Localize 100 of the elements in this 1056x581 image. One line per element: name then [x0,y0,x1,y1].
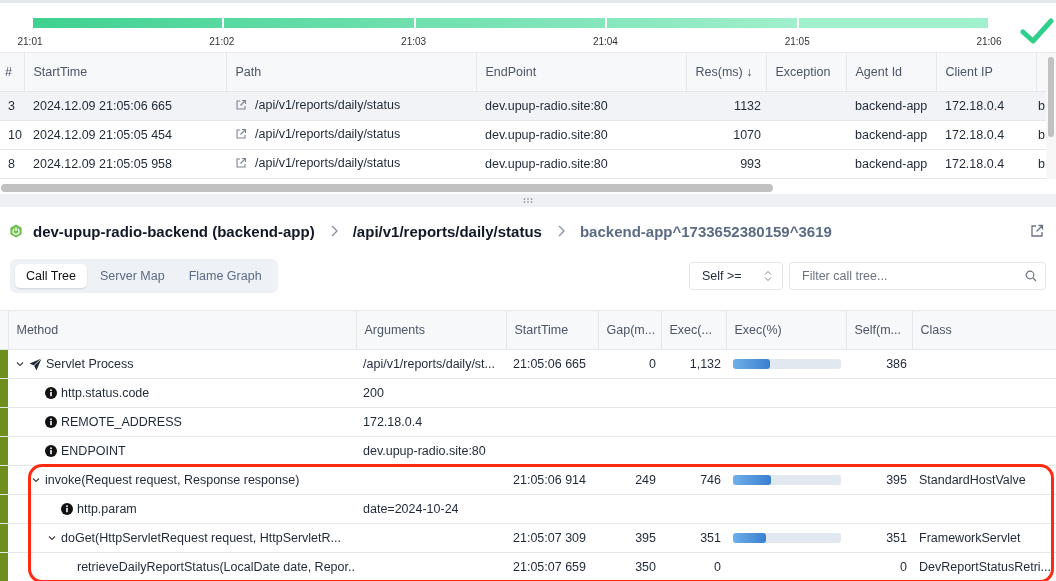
table-cell: 249 [598,465,661,495]
time-tick: 21:02 [208,36,236,47]
table-cell: /api/v1/reports/daily/status [255,98,401,112]
table-cell: 21:05:07 659 [506,552,598,581]
column-header: StartTime [506,310,598,350]
table-cell: 351 [661,523,726,553]
table-cell: 0 [846,552,912,581]
table-cell: 172.18.0.4 [936,149,1036,179]
column-header: Gap(m... [598,310,661,350]
column-header: Exception [766,53,846,92]
time-tick: 21:06 [975,36,1003,47]
column-header: # [0,53,24,92]
table-cell: dev.upup-radio.site:80 [476,120,686,150]
grip-icon [523,198,533,203]
table-cell: 21:05:06 665 [506,349,598,379]
table-cell: /api/v1/reports/daily/status [255,156,401,170]
table-cell: 993 [686,149,766,179]
chevron-down-icon[interactable] [47,533,57,543]
breadcrumb-link[interactable]: dev-upup-radio-backend (backend-app) [33,222,315,240]
method-name: doGet(HttpServletRequest request, HttpServletR... [61,531,341,545]
updown-caret-icon [764,270,772,282]
table-cell: 172.18.0.4 [936,91,1036,121]
table-cell: 2024.12.09 21:05:06 665 [24,91,226,121]
check-icon [1020,17,1054,45]
breadcrumb-link[interactable]: backend-app^1733652380159^3619 [579,222,832,240]
column-header: Class [912,310,1056,350]
table-cell: 1070 [686,120,766,150]
table-cell: backend-app [846,149,936,179]
table-cell: /api/v1/reports/daily/status [255,127,401,141]
filter-mode-dropdown[interactable]: Self >= [689,262,783,290]
column-header: Exec(%) [726,310,846,350]
table-cell: 0 [661,552,726,581]
table-cell: 21:05:07 309 [506,523,598,553]
method-name: retrieveDailyReportStatus(LocalDate date, Repor... [77,560,356,574]
column-header: Client IP [936,53,1036,92]
search-icon [1025,270,1037,282]
table-cell: 1,132 [661,349,726,379]
column-header: EndPoint [476,53,686,92]
paper-plane-icon [29,357,42,371]
column-header: Self(m... [846,310,912,350]
info-icon [45,445,57,457]
tag-name: ENDPOINT [61,444,126,458]
tag-name: http.status.code [61,386,150,400]
time-tick: 21:05 [783,36,811,47]
table-cell: 172.18.0.4 [356,407,506,437]
table-cell: DevReportStatusRetri... [912,552,1056,581]
table-cell: 395 [598,523,661,553]
table-cell: 746 [661,465,726,495]
column-header: Exec(... [661,310,726,350]
method-name: invoke(Request request, Response response) [45,473,300,487]
table-cell: 395 [846,465,912,495]
time-tick: 21:01 [16,36,44,47]
time-tick: 21:03 [400,36,428,47]
filter-field[interactable]: Filter call tree... [789,262,1046,290]
chevron-down-icon[interactable] [31,475,41,485]
table-cell: dev.upup-radio.site:80 [356,436,506,466]
external-link-icon [235,157,247,169]
info-icon [45,416,57,428]
column-header: Arguments [356,310,506,350]
table-cell: 10 [0,120,24,150]
method-name: Servlet Process [46,357,134,371]
table-cell: 2024.12.09 21:05:05 454 [24,120,226,150]
table-cell: /api/v1/reports/daily/st... [356,349,506,379]
table-cell: 172.18.0.4 [936,120,1036,150]
tab[interactable]: Server Map [89,264,176,288]
tag-name: http.param [77,502,137,516]
table-cell: 1132 [686,91,766,121]
table-cell: date=2024-10-24 [356,494,506,524]
table-cell: backend-app [846,120,936,150]
table-cell: backend-app [846,91,936,121]
table-cell: dev.upup-radio.site:80 [476,149,686,179]
table-cell: 386 [846,349,912,379]
external-link-icon [235,128,247,140]
table-cell: 0 [598,349,661,379]
scrollbar-thumb[interactable] [1,184,773,192]
info-icon [45,387,57,399]
breadcrumb-link[interactable]: /api/v1/reports/daily/status [352,222,542,240]
tab[interactable]: Flame Graph [177,264,273,288]
column-header: Path [226,53,476,92]
table-cell: 21:05:06 914 [506,465,598,495]
scrollbar-thumb[interactable] [1048,57,1054,137]
table-cell: 351 [846,523,912,553]
sortable-column-header[interactable]: Res(ms) ↓ [686,53,766,92]
table-cell: 2024.12.09 21:05:05 958 [24,149,226,179]
external-link-icon[interactable] [1030,224,1044,238]
tag-name: REMOTE_ADDRESS [61,415,182,429]
table-cell: 8 [0,149,24,179]
table-cell: 3 [0,91,24,121]
column-header: Method [8,310,356,350]
table-cell: dev.upup-radio.site:80 [476,91,686,121]
column-header: Agent Id [846,53,936,92]
time-tick: 21:04 [591,36,619,47]
table-cell: StandardHostValve [912,465,1056,495]
info-icon [61,503,73,515]
table-cell: 200 [356,378,506,408]
external-link-icon [235,99,247,111]
chevron-down-icon[interactable] [15,359,25,369]
tab[interactable]: Call Tree [15,264,88,288]
table-cell: FrameworkServlet [912,523,1056,553]
power-icon [9,224,23,238]
